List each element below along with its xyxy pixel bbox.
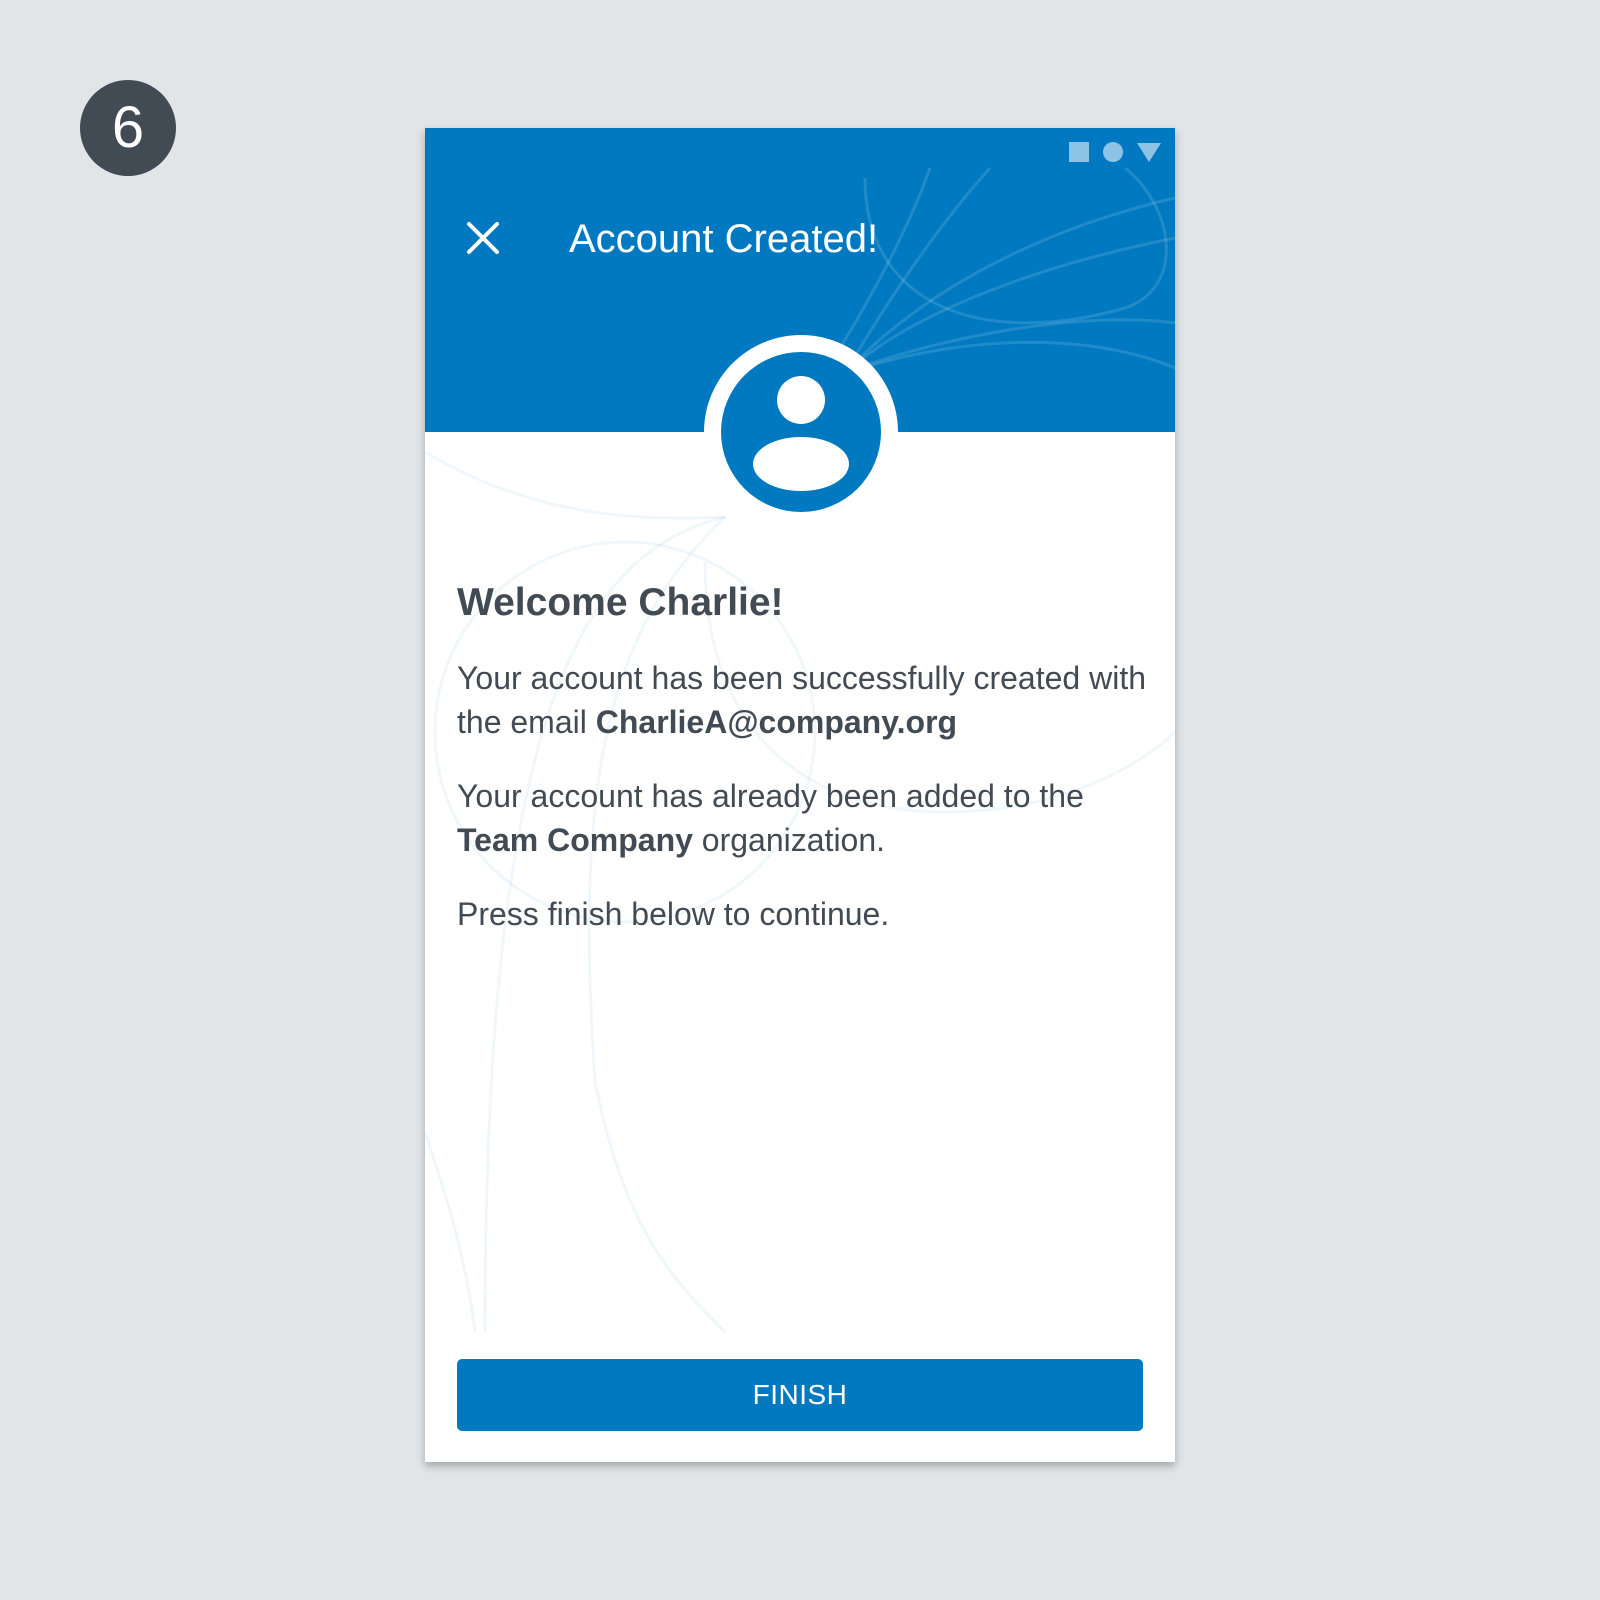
- organization-message: Your account has already been added to t…: [457, 774, 1147, 862]
- triangle-icon: [1137, 142, 1161, 162]
- user-icon: [753, 376, 849, 491]
- account-created-message: Your account has been successfully creat…: [457, 656, 1147, 744]
- step-number-badge: 6: [80, 80, 176, 176]
- continue-instruction: Press finish below to continue.: [457, 896, 890, 932]
- circle-icon: [1103, 142, 1123, 162]
- email-address: CharlieA@company.org: [595, 704, 958, 740]
- organization-text-after: organization.: [692, 822, 886, 858]
- close-button[interactable]: [461, 216, 505, 260]
- finish-button[interactable]: FINISH: [457, 1359, 1143, 1431]
- phone-screen: Account Created! Welcome Charlie! Your a…: [425, 128, 1175, 1462]
- organization-text-before: Your account has already been added to t…: [457, 778, 1084, 814]
- square-icon: [1069, 142, 1089, 162]
- message-content: Welcome Charlie! Your account has been s…: [457, 578, 1147, 966]
- status-bar: [1069, 142, 1161, 162]
- welcome-heading: Welcome Charlie!: [457, 581, 784, 624]
- avatar: [721, 352, 881, 512]
- page-title: Account Created!: [569, 217, 879, 261]
- organization-name: Team Company: [457, 822, 693, 858]
- close-icon: [467, 222, 499, 254]
